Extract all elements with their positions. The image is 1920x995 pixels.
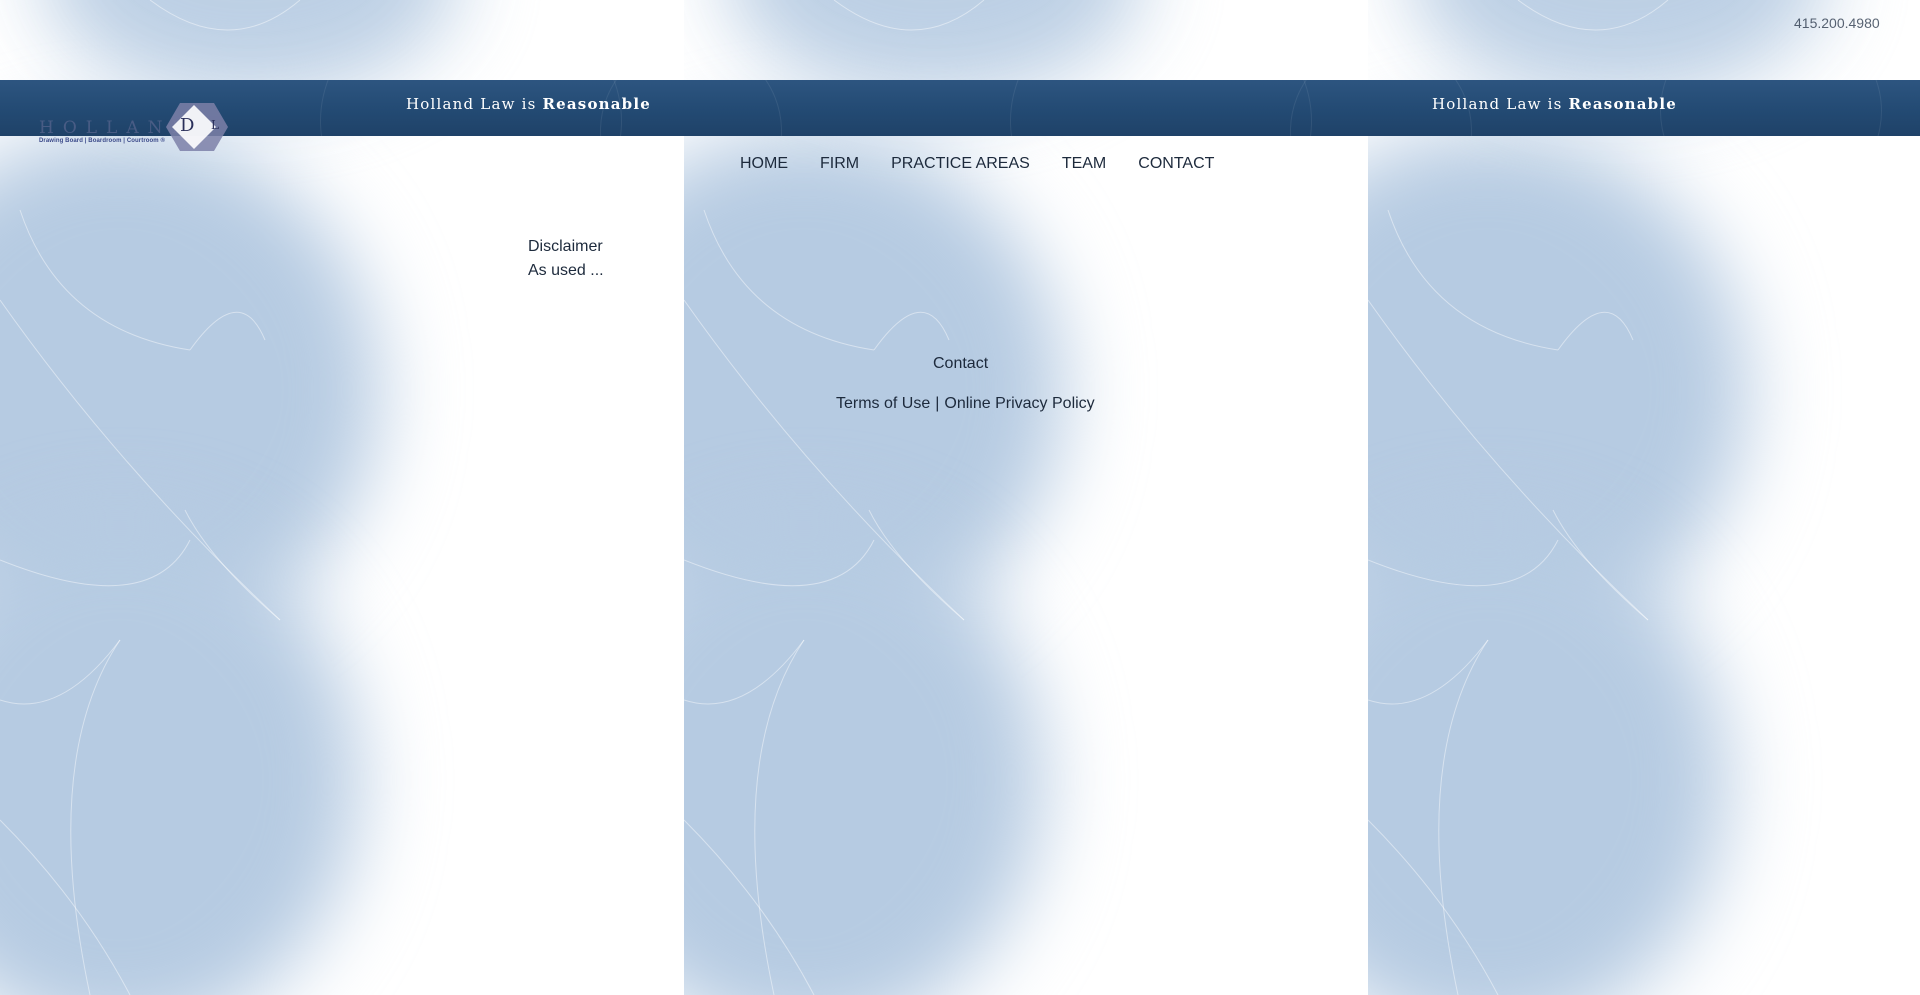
background-tile bbox=[1368, 0, 1920, 995]
tagline-prefix: Holland Law is bbox=[1432, 95, 1569, 113]
phone-number[interactable]: 415.200.4980 bbox=[1794, 15, 1880, 31]
privacy-policy-link[interactable]: Online Privacy Policy bbox=[944, 395, 1094, 412]
footer-separator: | bbox=[935, 395, 940, 412]
background-tile bbox=[684, 0, 1368, 995]
terms-of-use-link[interactable]: Terms of Use bbox=[836, 395, 930, 412]
nav-contact[interactable]: CONTACT bbox=[1138, 155, 1214, 173]
logo-subtitle: Drawing Board | Boardroom | Courtroom ® bbox=[39, 138, 166, 144]
main-navigation: HOME FIRM PRACTICE AREAS TEAM CONTACT bbox=[740, 155, 1246, 173]
logo-monogram-l: L bbox=[211, 118, 219, 132]
nav-practice-areas[interactable]: PRACTICE AREAS bbox=[891, 155, 1030, 173]
footer-contact-link[interactable]: Contact bbox=[933, 355, 988, 373]
disclaimer-title[interactable]: Disclaimer bbox=[528, 235, 604, 259]
tagline: Holland Law is Reasonable bbox=[1432, 95, 1677, 113]
nav-home[interactable]: HOME bbox=[740, 155, 788, 173]
tagline-prefix: Holland Law is bbox=[406, 95, 543, 113]
logo-monogram-d: D bbox=[180, 115, 195, 136]
tagline-emphasis: Reasonable bbox=[542, 95, 652, 113]
footer-legal-links: Terms of Use | Online Privacy Policy bbox=[836, 395, 1095, 413]
header-band: Holland Law is Reasonable Holland Law is… bbox=[0, 80, 1920, 136]
tagline: Holland Law is Reasonable bbox=[406, 95, 651, 113]
site-logo[interactable]: HOLLAND Drawing Board | Boardroom | Cour… bbox=[38, 102, 238, 158]
background-pattern bbox=[0, 0, 1920, 995]
disclaimer-block: Disclaimer As used ... bbox=[528, 235, 604, 283]
tagline-emphasis: Reasonable bbox=[1568, 95, 1678, 113]
nav-firm[interactable]: FIRM bbox=[820, 155, 859, 173]
nav-team[interactable]: TEAM bbox=[1062, 155, 1106, 173]
disclaimer-excerpt: As used ... bbox=[528, 262, 604, 279]
